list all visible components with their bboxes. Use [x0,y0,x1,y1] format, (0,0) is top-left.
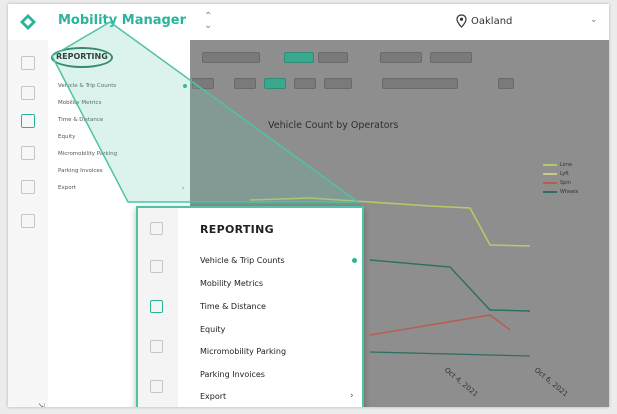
zoomed-item-equity[interactable]: Equity [200,325,225,334]
sort-toggle-icon[interactable]: ⌃ ⌄ [204,12,212,31]
help-icon[interactable] [21,214,35,228]
zoomed-item-export[interactable]: Export [200,392,226,401]
sidebar-item-parking-invoices[interactable]: Parking Invoices [58,168,103,174]
zoomed-item-micromobility-parking[interactable]: Micromobility Parking [200,347,286,356]
chevron-right-icon: › [182,185,185,192]
user-icon [150,380,163,393]
sidebar-item-mobility-metrics[interactable]: Mobility Metrics [58,100,101,106]
map-icon [150,260,163,273]
zoomed-item-time-distance[interactable]: Time & Distance [200,302,266,311]
zoomed-section-heading: REPORTING [200,223,274,236]
map-icon[interactable] [21,86,35,100]
icon-rail [8,40,49,407]
resize-icon[interactable]: ⇲ [38,402,45,407]
city-selector[interactable]: Oakland [471,16,512,27]
sidebar-item-equity[interactable]: Equity [58,134,75,140]
zoomed-item-mobility-metrics[interactable]: Mobility Metrics [200,279,263,288]
legend-item: Spin [543,180,571,186]
series-line-spin [369,314,511,336]
series-line-lyft [369,259,531,312]
zoomed-menu-panel: REPORTING Vehicle & Trip Counts Mobility… [136,206,364,407]
app-title: Mobility Manager [58,13,187,28]
sidebar-item-vehicle-trip-counts[interactable]: Vehicle & Trip Counts [58,83,116,89]
document-icon[interactable] [21,114,35,128]
top-bar: Mobility Manager ⌃ ⌄ Oakland ⌄ [8,4,609,41]
series-line-wheels [369,351,531,357]
active-indicator-dot [352,258,357,263]
location-pin-icon [456,14,467,28]
settings-icon[interactable] [21,146,35,160]
sidebar-item-micromobility-parking[interactable]: Micromobility Parking [58,151,117,157]
chevron-down-icon[interactable]: ⌄ [590,15,598,25]
sidebar-item-export[interactable]: Export [58,185,76,191]
section-heading: REPORTING [56,52,108,61]
zoomed-item-parking-invoices[interactable]: Parking Invoices [200,370,265,379]
zoomed-icon-rail [138,208,178,407]
sidebar-item-time-distance[interactable]: Time & Distance [58,117,103,123]
settings-icon [150,340,163,353]
legend-item: Lyft [543,171,569,177]
active-indicator-dot [183,84,187,88]
diamond-logo-icon[interactable] [20,14,36,30]
chevron-right-icon: › [350,391,354,401]
chart-icon[interactable] [21,56,35,70]
document-icon [150,300,163,313]
app-window: Mobility Manager ⌃ ⌄ Oakland ⌄ REPORTING … [8,4,609,407]
legend-item: Lime [543,162,572,168]
chart-icon [150,222,163,235]
zoomed-item-vehicle-trip-counts[interactable]: Vehicle & Trip Counts [200,256,285,265]
legend-item: Wheels [543,189,578,195]
user-icon[interactable] [21,180,35,194]
